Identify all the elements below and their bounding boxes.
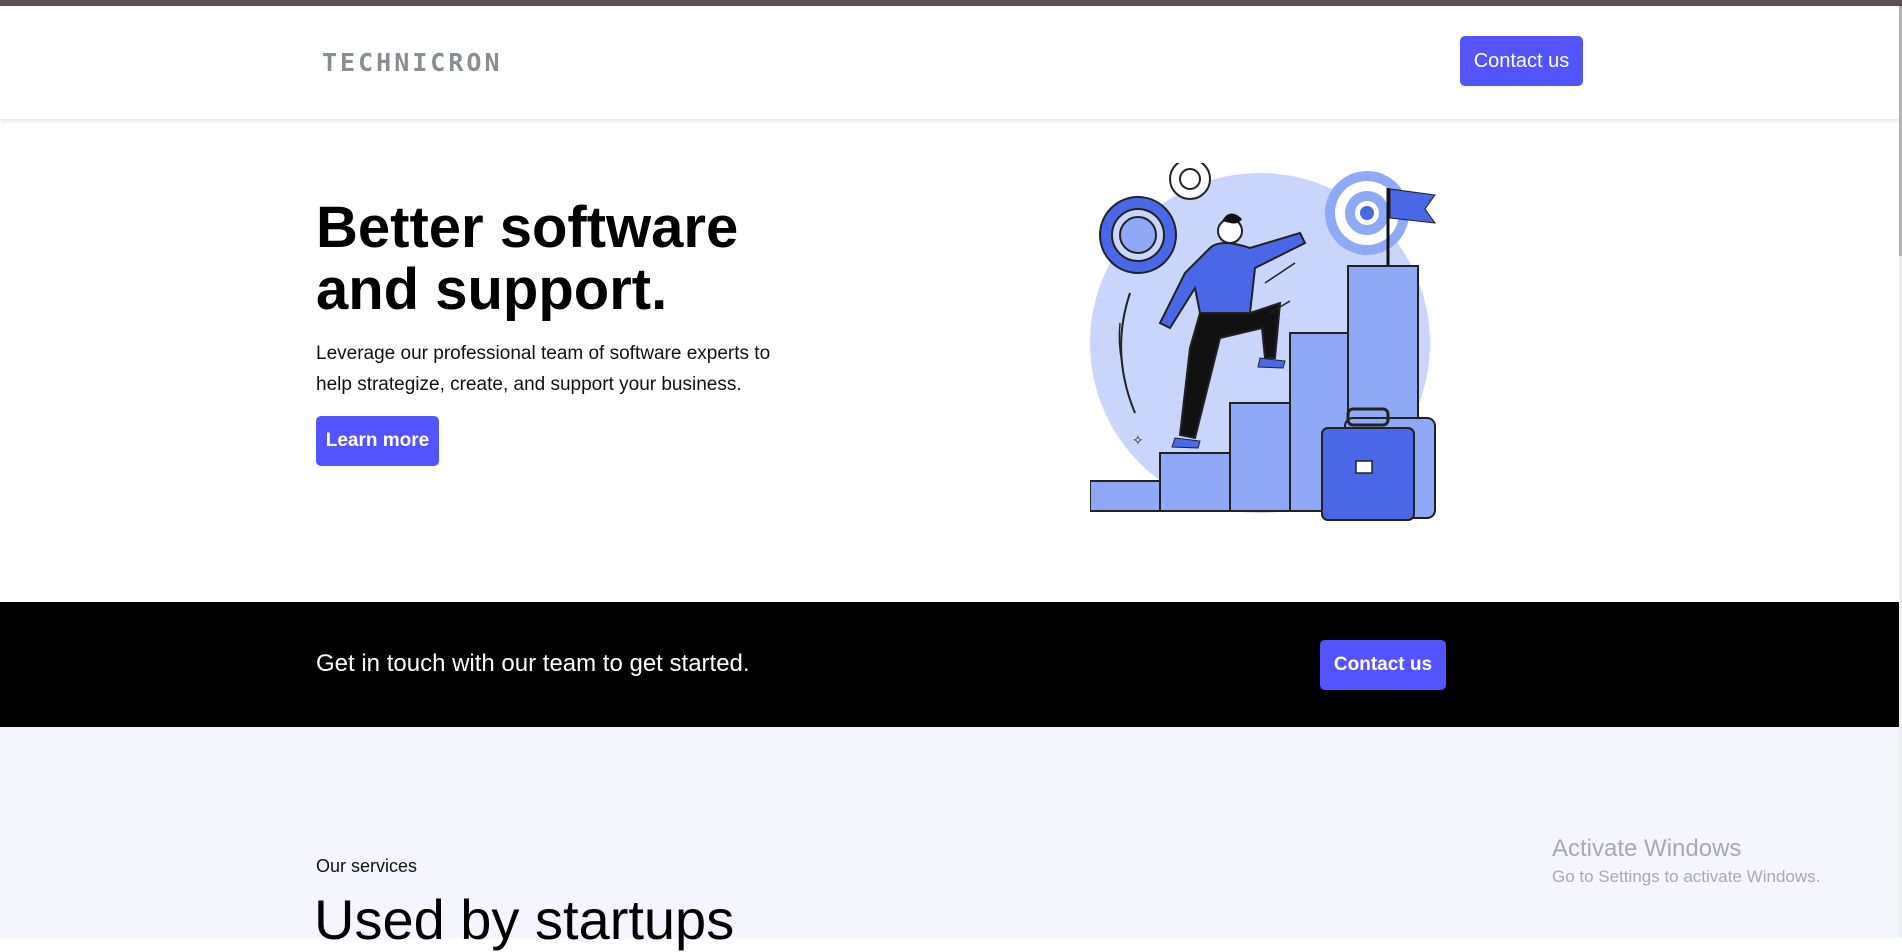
cta-band: Get in touch with our team to get starte… xyxy=(0,602,1899,727)
technicron-logo[interactable]: TECHNICRON xyxy=(322,48,503,77)
services-heading: Used by startups xyxy=(314,888,735,951)
hero-section: Better software and support. Leverage ou… xyxy=(0,119,1899,602)
large-gear-icon xyxy=(1099,196,1177,274)
services-section: Our services Used by startups xyxy=(0,727,1899,951)
activate-windows-title: Activate Windows xyxy=(1552,835,1742,862)
cta-text: Get in touch with our team to get starte… xyxy=(316,650,750,677)
hero-title-line2: and support. xyxy=(316,257,668,322)
services-eyebrow: Our services xyxy=(316,856,418,876)
hero-title: Better software and support. xyxy=(316,197,836,321)
header-contact-button[interactable]: Contact us xyxy=(1460,36,1583,86)
cta-contact-button[interactable]: Contact us xyxy=(1320,640,1446,690)
learn-more-button[interactable]: Learn more xyxy=(316,416,439,466)
small-gear-icon xyxy=(1169,163,1211,200)
sparkle-icon: ✧ xyxy=(1132,433,1144,449)
hero-subtitle: Leverage our professional team of softwa… xyxy=(316,338,836,400)
hero-subtitle-line1: Leverage our professional team of softwa… xyxy=(316,343,771,364)
hero-title-line1: Better software xyxy=(316,195,739,260)
site-header: TECHNICRON Contact us xyxy=(0,6,1899,119)
hero-subtitle-line2: help strategize, create, and support you… xyxy=(316,374,742,395)
person-climbing-bar-chart-illustration: ✧ xyxy=(1090,163,1437,521)
activate-windows-watermark: Activate Windows Go to Settings to activ… xyxy=(1552,835,1820,889)
activate-windows-subtitle: Go to Settings to activate Windows. xyxy=(1552,867,1821,886)
